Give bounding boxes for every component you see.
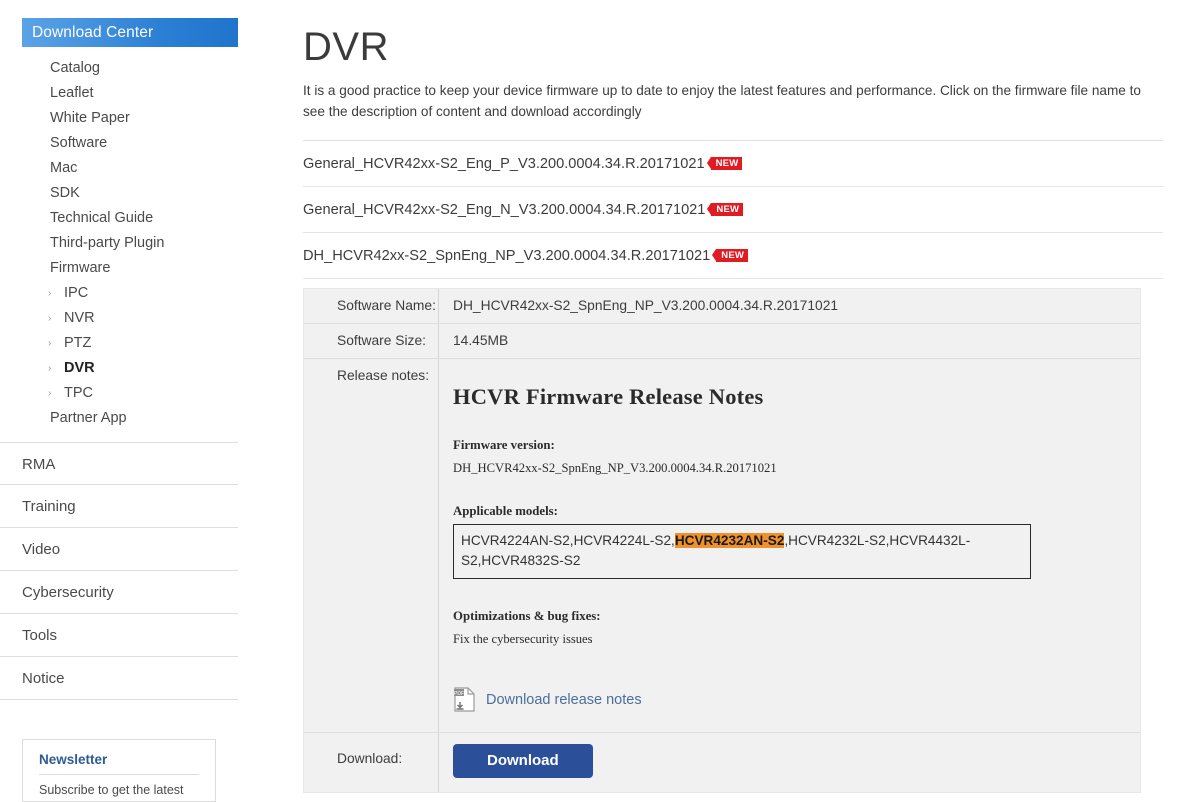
firmware-version-value: DH_HCVR42xx-S2_SpnEng_NP_V3.200.0004.34.… [453,461,777,475]
chevron-right-icon: › [48,388,52,399]
sidebar-item-label: Tools [22,627,58,644]
detail-row-release-notes: Release notes: HCVR Firmware Release Not… [304,359,1140,733]
firmware-list-item[interactable]: General_HCVR42xx-S2_Eng_N_V3.200.0004.34… [303,187,1163,233]
release-notes-heading: HCVR Firmware Release Notes [453,384,764,409]
sidebar-item-label: Leaflet [50,85,94,101]
firmware-file-name[interactable]: General_HCVR42xx-S2_Eng_P_V3.200.0004.34… [303,156,705,172]
sidebar-item-label: Cybersecurity [22,584,114,601]
sidebar-item-label: SDK [50,185,80,201]
sidebar-item-ptz[interactable]: › PTZ [0,331,262,356]
detail-row-software-size: Software Size: 14.45MB [304,324,1140,359]
download-release-notes-link[interactable]: PDF Download release notes [453,687,1140,713]
pdf-file-icon: PDF [454,687,475,712]
software-name-label: Software Name: [337,298,436,313]
sidebar-item-label: TPC [64,385,93,401]
sidebar-item-notice[interactable]: Notice [0,657,238,700]
sidebar-nav-list: Catalog Leaflet White Paper Software Mac… [0,56,262,431]
new-badge: NEW [712,249,749,262]
sidebar-item-label: IPC [64,285,89,301]
chevron-right-icon: › [48,288,52,299]
software-size-label: Software Size: [337,333,426,348]
page-title: DVR [303,25,389,69]
sidebar-item-label: NVR [64,310,95,326]
applicable-models-box: HCVR4224AN-S2,HCVR4224L-S2,HCVR4232AN-S2… [453,524,1031,579]
sidebar-item-technical-guide[interactable]: Technical Guide [0,206,262,231]
sidebar-item-label: RMA [22,456,56,473]
sidebar-item-firmware[interactable]: Firmware [0,256,262,281]
firmware-list-item-selected[interactable]: DH_HCVR42xx-S2_SpnEng_NP_V3.200.0004.34.… [303,233,1163,279]
sidebar-major-list: RMA Training Video Cybersecurity Tools N… [0,442,262,700]
firmware-version-label: Firmware version: [453,438,555,452]
sidebar-item-tpc[interactable]: › TPC [0,381,262,406]
sidebar-item-label: DVR [64,360,95,376]
sidebar-item-label: Video [22,541,61,558]
sidebar-item-video[interactable]: Video [0,528,238,571]
sidebar: Download Center Catalog Leaflet White Pa… [0,0,262,802]
sidebar-item-training[interactable]: Training [0,485,238,528]
sidebar-item-label: PTZ [64,335,92,351]
optimizations-value: Fix the cybersecurity issues [453,632,593,646]
sidebar-item-rma[interactable]: RMA [0,442,238,485]
sidebar-item-leaflet[interactable]: Leaflet [0,81,262,106]
new-badge: NEW [707,203,744,216]
newsletter-title: Newsletter [39,752,199,775]
sidebar-item-label: Training [22,498,76,515]
sidebar-item-mac[interactable]: Mac [0,156,262,181]
sidebar-header[interactable]: Download Center [22,18,238,47]
chevron-right-icon: › [48,363,52,374]
sidebar-item-third-party-plugin[interactable]: Third-party Plugin [0,231,262,256]
svg-text:PDF: PDF [454,691,464,697]
software-size-value: 14.45MB [438,324,1140,358]
sidebar-item-software[interactable]: Software [0,131,262,156]
sidebar-item-label: Technical Guide [50,210,154,226]
firmware-list-item[interactable]: General_HCVR42xx-S2_Eng_P_V3.200.0004.34… [303,141,1163,187]
sidebar-item-cybersecurity[interactable]: Cybersecurity [0,571,238,614]
firmware-file-name[interactable]: General_HCVR42xx-S2_Eng_N_V3.200.0004.34… [303,202,705,218]
sidebar-item-tools[interactable]: Tools [0,614,238,657]
chevron-right-icon: › [48,313,52,324]
detail-row-download: Download: Download [304,733,1140,792]
firmware-file-name[interactable]: DH_HCVR42xx-S2_SpnEng_NP_V3.200.0004.34.… [303,248,710,264]
sidebar-item-ipc[interactable]: › IPC [0,281,262,306]
optimizations-label: Optimizations & bug fixes: [453,609,601,623]
sidebar-item-label: Partner App [50,410,127,426]
download-button[interactable]: Download [453,744,593,778]
download-label: Download: [337,751,403,766]
release-notes-body: HCVR Firmware Release Notes Firmware ver… [453,368,1140,723]
sidebar-item-sdk[interactable]: SDK [0,181,262,206]
sidebar-item-label: Software [50,135,108,151]
main-content: DVR It is a good practice to keep your d… [303,0,1163,793]
software-name-value: DH_HCVR42xx-S2_SpnEng_NP_V3.200.0004.34.… [438,289,1140,323]
models-highlighted: HCVR4232AN-S2 [674,533,785,548]
detail-row-software-name: Software Name: DH_HCVR42xx-S2_SpnEng_NP_… [304,289,1140,324]
page-description: It is a good practice to keep your devic… [303,83,1141,119]
sidebar-item-label: Firmware [50,260,111,276]
new-badge: NEW [706,157,743,170]
sidebar-item-white-paper[interactable]: White Paper [0,106,262,131]
release-notes-value: HCVR Firmware Release Notes Firmware ver… [438,359,1140,732]
release-notes-label: Release notes: [337,368,430,383]
sidebar-item-dvr[interactable]: › DVR [0,356,262,381]
firmware-detail-panel: Software Name: DH_HCVR42xx-S2_SpnEng_NP_… [303,288,1141,793]
sidebar-item-partner-app[interactable]: Partner App [0,406,262,431]
chevron-right-icon: › [48,338,52,349]
download-button-cell: Download [438,733,1140,792]
sidebar-item-label: Notice [22,670,65,687]
sidebar-item-label: Mac [50,160,78,176]
download-release-notes-label: Download release notes [486,692,642,708]
applicable-models-label: Applicable models: [453,504,558,518]
sidebar-item-label: Third-party Plugin [50,235,165,251]
sidebar-item-nvr[interactable]: › NVR [0,306,262,331]
newsletter-subtitle: Subscribe to get the latest [39,783,184,797]
newsletter-box: Newsletter Subscribe to get the latest [22,739,216,802]
sidebar-item-label: White Paper [50,110,130,126]
models-before: HCVR4224AN-S2,HCVR4224L-S2, [461,533,675,548]
sidebar-item-catalog[interactable]: Catalog [0,56,262,81]
sidebar-item-label: Catalog [50,60,100,76]
